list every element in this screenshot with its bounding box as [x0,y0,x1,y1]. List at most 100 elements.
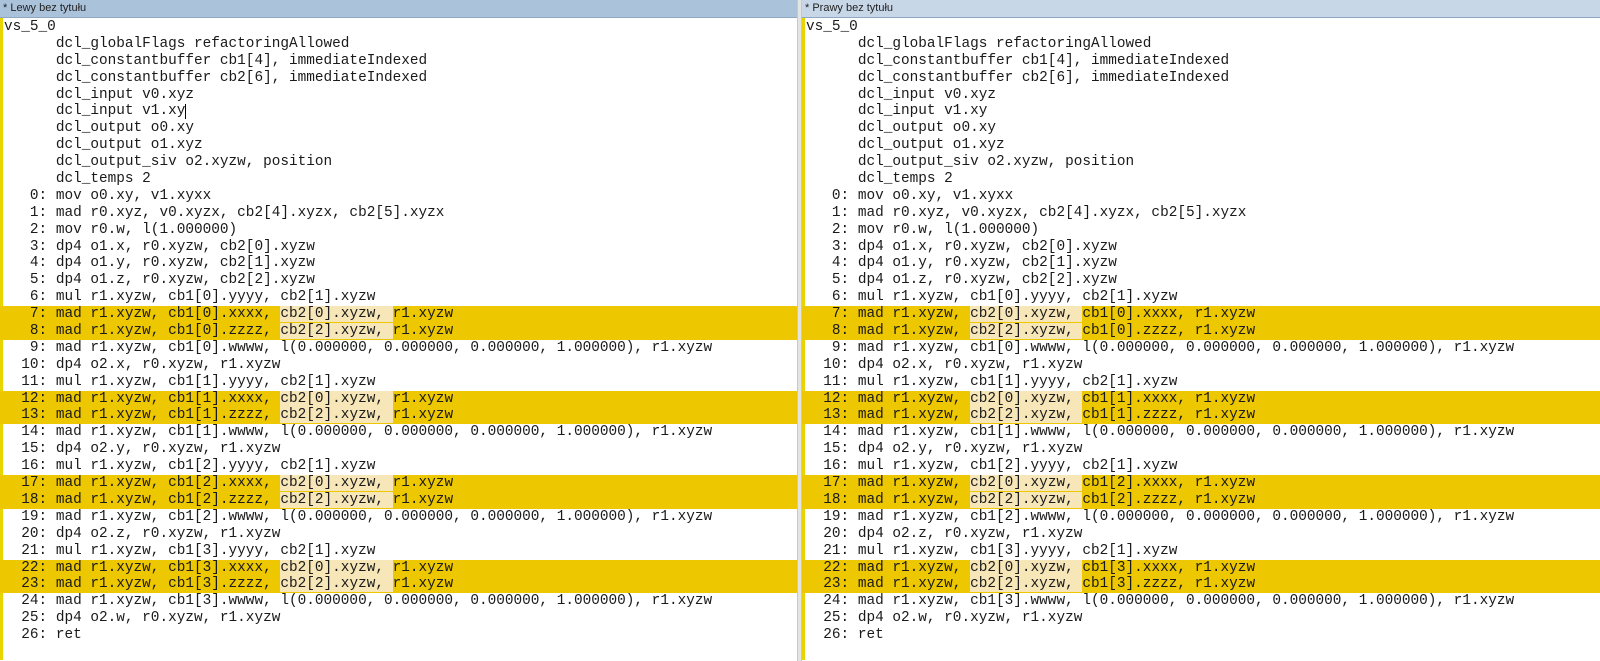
changed-code-line[interactable]: 17: mad r1.xyzw, cb2[0].xyzw, cb1[2].xxx… [802,475,1600,492]
code-line[interactable]: 20: dp4 o2.z, r0.xyzw, r1.xyzw [802,526,1600,543]
code-text: dcl_globalFlags refactoringAllowed [4,35,350,52]
changed-code-line[interactable]: 23: mad r1.xyzw, cb1[3].zzzz, cb2[2].xyz… [0,576,797,594]
code-line[interactable]: 0: mov o0.xy, v1.xyxx [0,188,797,205]
code-line[interactable]: dcl_temps 2 [0,171,797,188]
diff-token: 23: mad r1.xyzw, cb1[3].zzzz, [4,576,281,593]
code-line[interactable]: 15: dp4 o2.y, r0.xyzw, r1.xyzw [802,441,1600,458]
code-line[interactable]: 19: mad r1.xyzw, cb1[2].wwww, l(0.000000… [0,509,797,526]
diff-token: 7: mad r1.xyzw, cb1[0].xxxx, [4,306,281,323]
diff-token-moved: cb2[0].xyzw, [970,475,1083,492]
code-text: dcl_output o1.xyz [806,137,1005,154]
code-line[interactable]: 3: dp4 o1.x, r0.xyzw, cb2[0].xyzw [802,239,1600,256]
code-line[interactable]: dcl_constantbuffer cb1[4], immediateInde… [802,53,1600,70]
changed-code-line[interactable]: 22: mad r1.xyzw, cb2[0].xyzw, cb1[3].xxx… [802,559,1600,577]
code-line[interactable]: dcl_output_siv o2.xyzw, position [802,154,1600,171]
code-text: 6: mul r1.xyzw, cb1[0].yyyy, cb2[1].xyzw [4,289,376,306]
code-line[interactable]: 26: ret [0,627,797,644]
code-text: 4: dp4 o1.y, r0.xyzw, cb2[1].xyzw [4,255,315,272]
changed-code-line[interactable]: 12: mad r1.xyzw, cb1[1].xxxx, cb2[0].xyz… [0,390,797,408]
code-line[interactable]: 5: dp4 o1.z, r0.xyzw, cb2[2].xyzw [0,272,797,289]
code-line[interactable]: dcl_constantbuffer cb1[4], immediateInde… [0,53,797,70]
code-line[interactable]: dcl_globalFlags refactoringAllowed [802,36,1600,53]
code-line[interactable]: dcl_output o0.xy [0,120,797,137]
changed-code-line[interactable]: 8: mad r1.xyzw, cb2[2].xyzw, cb1[0].zzzz… [802,323,1600,340]
code-line[interactable]: 11: mul r1.xyzw, cb1[1].yyyy, cb2[1].xyz… [802,374,1600,391]
code-line[interactable]: 14: mad r1.xyzw, cb1[1].wwww, l(0.000000… [802,424,1600,441]
code-line[interactable]: 11: mul r1.xyzw, cb1[1].yyyy, cb2[1].xyz… [0,374,797,391]
code-line[interactable]: dcl_globalFlags refactoringAllowed [0,36,797,53]
code-line[interactable]: 21: mul r1.xyzw, cb1[3].yyyy, cb2[1].xyz… [802,543,1600,560]
code-line[interactable]: 0: mov o0.xy, v1.xyxx [802,188,1600,205]
code-line[interactable]: 10: dp4 o2.x, r0.xyzw, r1.xyzw [802,357,1600,374]
code-text: dcl_constantbuffer cb1[4], immediateInde… [4,52,428,69]
changed-code-line[interactable]: 22: mad r1.xyzw, cb1[3].xxxx, cb2[0].xyz… [0,559,797,577]
code-line[interactable]: 25: dp4 o2.w, r0.xyzw, r1.xyzw [0,610,797,627]
changed-code-line[interactable]: 17: mad r1.xyzw, cb1[2].xxxx, cb2[0].xyz… [0,475,797,492]
changed-code-line[interactable]: 7: mad r1.xyzw, cb1[0].xxxx, cb2[0].xyzw… [0,306,797,324]
code-line[interactable]: 16: mul r1.xyzw, cb1[2].yyyy, cb2[1].xyz… [802,458,1600,475]
right-code-editor[interactable]: vs_5_0 dcl_globalFlags refactoringAllowe… [802,18,1600,660]
right-diff-pane[interactable]: * Prawy bez tytułu vs_5_0 dcl_globalFlag… [802,0,1600,661]
code-line[interactable]: dcl_output_siv o2.xyzw, position [0,154,797,171]
code-line[interactable]: 2: mov r0.w, l(1.000000) [802,222,1600,239]
code-line[interactable]: 9: mad r1.xyzw, cb1[0].wwww, l(0.000000,… [802,340,1600,357]
changed-code-line[interactable]: 12: mad r1.xyzw, cb2[0].xyzw, cb1[1].xxx… [802,390,1600,408]
code-text: 3: dp4 o1.x, r0.xyzw, cb2[0].xyzw [806,238,1117,255]
code-line[interactable]: vs_5_0 [0,19,797,36]
code-line[interactable]: vs_5_0 [802,19,1600,36]
diff-token: 13: mad r1.xyzw, [806,407,971,424]
code-line[interactable]: dcl_output o0.xy [802,120,1600,137]
code-line[interactable]: 26: ret [802,627,1600,644]
code-line[interactable]: 1: mad r0.xyz, v0.xyzx, cb2[4].xyzx, cb2… [802,205,1600,222]
diff-token: 17: mad r1.xyzw, [806,475,971,492]
changed-code-line[interactable]: 13: mad r1.xyzw, cb2[2].xyzw, cb1[1].zzz… [802,407,1600,425]
code-line[interactable]: 2: mov r0.w, l(1.000000) [0,222,797,239]
diff-token: 13: mad r1.xyzw, cb1[1].zzzz, [4,407,281,424]
changed-code-line[interactable]: 23: mad r1.xyzw, cb2[2].xyzw, cb1[3].zzz… [802,576,1600,594]
code-line[interactable]: 19: mad r1.xyzw, cb1[2].wwww, l(0.000000… [802,509,1600,526]
left-pane-title: * Lewy bez tytułu [0,0,797,18]
left-code-editor[interactable]: vs_5_0 dcl_globalFlags refactoringAllowe… [0,18,797,660]
code-line[interactable]: dcl_output o1.xyz [0,137,797,154]
code-line[interactable]: dcl_input v0.xyz [0,87,797,104]
code-line[interactable]: dcl_input v1.xy [0,103,797,120]
code-line[interactable]: 20: dp4 o2.z, r0.xyzw, r1.xyzw [0,526,797,543]
left-diff-pane[interactable]: * Lewy bez tytułu vs_5_0 dcl_globalFlags… [0,0,797,661]
diff-token: 8: mad r1.xyzw, [806,323,971,340]
code-line[interactable]: 24: mad r1.xyzw, cb1[3].wwww, l(0.000000… [0,593,797,610]
code-text: 1: mad r0.xyz, v0.xyzx, cb2[4].xyzx, cb2… [806,204,1247,221]
code-line[interactable]: 15: dp4 o2.y, r0.xyzw, r1.xyzw [0,441,797,458]
code-line[interactable]: dcl_input v0.xyz [802,87,1600,104]
changed-code-line[interactable]: 7: mad r1.xyzw, cb2[0].xyzw, cb1[0].xxxx… [802,306,1600,324]
code-line[interactable]: 3: dp4 o1.x, r0.xyzw, cb2[0].xyzw [0,239,797,256]
code-text: 9: mad r1.xyzw, cb1[0].wwww, l(0.000000,… [4,339,713,356]
code-line[interactable]: 5: dp4 o1.z, r0.xyzw, cb2[2].xyzw [802,272,1600,289]
code-line[interactable]: 9: mad r1.xyzw, cb1[0].wwww, l(0.000000,… [0,340,797,357]
code-line[interactable]: 6: mul r1.xyzw, cb1[0].yyyy, cb2[1].xyzw [802,289,1600,306]
code-line[interactable]: 4: dp4 o1.y, r0.xyzw, cb2[1].xyzw [802,255,1600,272]
code-line[interactable]: dcl_temps 2 [802,171,1600,188]
diff-token: cb1[3].zzzz, r1.xyzw [1082,576,1256,593]
code-text: dcl_input v0.xyz [806,86,996,103]
changed-code-line[interactable]: 18: mad r1.xyzw, cb2[2].xyzw, cb1[2].zzz… [802,491,1600,509]
code-line[interactable]: dcl_constantbuffer cb2[6], immediateInde… [0,70,797,87]
code-line[interactable]: 10: dp4 o2.x, r0.xyzw, r1.xyzw [0,357,797,374]
code-line[interactable]: dcl_input v1.xy [802,103,1600,120]
code-line[interactable]: 1: mad r0.xyz, v0.xyzx, cb2[4].xyzx, cb2… [0,205,797,222]
code-text: 9: mad r1.xyzw, cb1[0].wwww, l(0.000000,… [806,339,1515,356]
code-line[interactable]: 16: mul r1.xyzw, cb1[2].yyyy, cb2[1].xyz… [0,458,797,475]
code-line[interactable]: 4: dp4 o1.y, r0.xyzw, cb2[1].xyzw [0,255,797,272]
changed-code-line[interactable]: 18: mad r1.xyzw, cb1[2].zzzz, cb2[2].xyz… [0,491,797,509]
changed-code-line[interactable]: 13: mad r1.xyzw, cb1[1].zzzz, cb2[2].xyz… [0,407,797,425]
code-line[interactable]: 24: mad r1.xyzw, cb1[3].wwww, l(0.000000… [802,593,1600,610]
right-pane-title: * Prawy bez tytułu [802,0,1600,18]
code-line[interactable]: 21: mul r1.xyzw, cb1[3].yyyy, cb2[1].xyz… [0,543,797,560]
changed-code-line[interactable]: 8: mad r1.xyzw, cb1[0].zzzz, cb2[2].xyzw… [0,323,797,340]
diff-token-moved: cb2[0].xyzw, [970,306,1083,323]
code-line[interactable]: 6: mul r1.xyzw, cb1[0].yyyy, cb2[1].xyzw [0,289,797,306]
code-line[interactable]: 25: dp4 o2.w, r0.xyzw, r1.xyzw [802,610,1600,627]
diff-token-moved: cb2[2].xyzw, [970,407,1083,424]
code-line[interactable]: 14: mad r1.xyzw, cb1[1].wwww, l(0.000000… [0,424,797,441]
code-line[interactable]: dcl_output o1.xyz [802,137,1600,154]
code-line[interactable]: dcl_constantbuffer cb2[6], immediateInde… [802,70,1600,87]
